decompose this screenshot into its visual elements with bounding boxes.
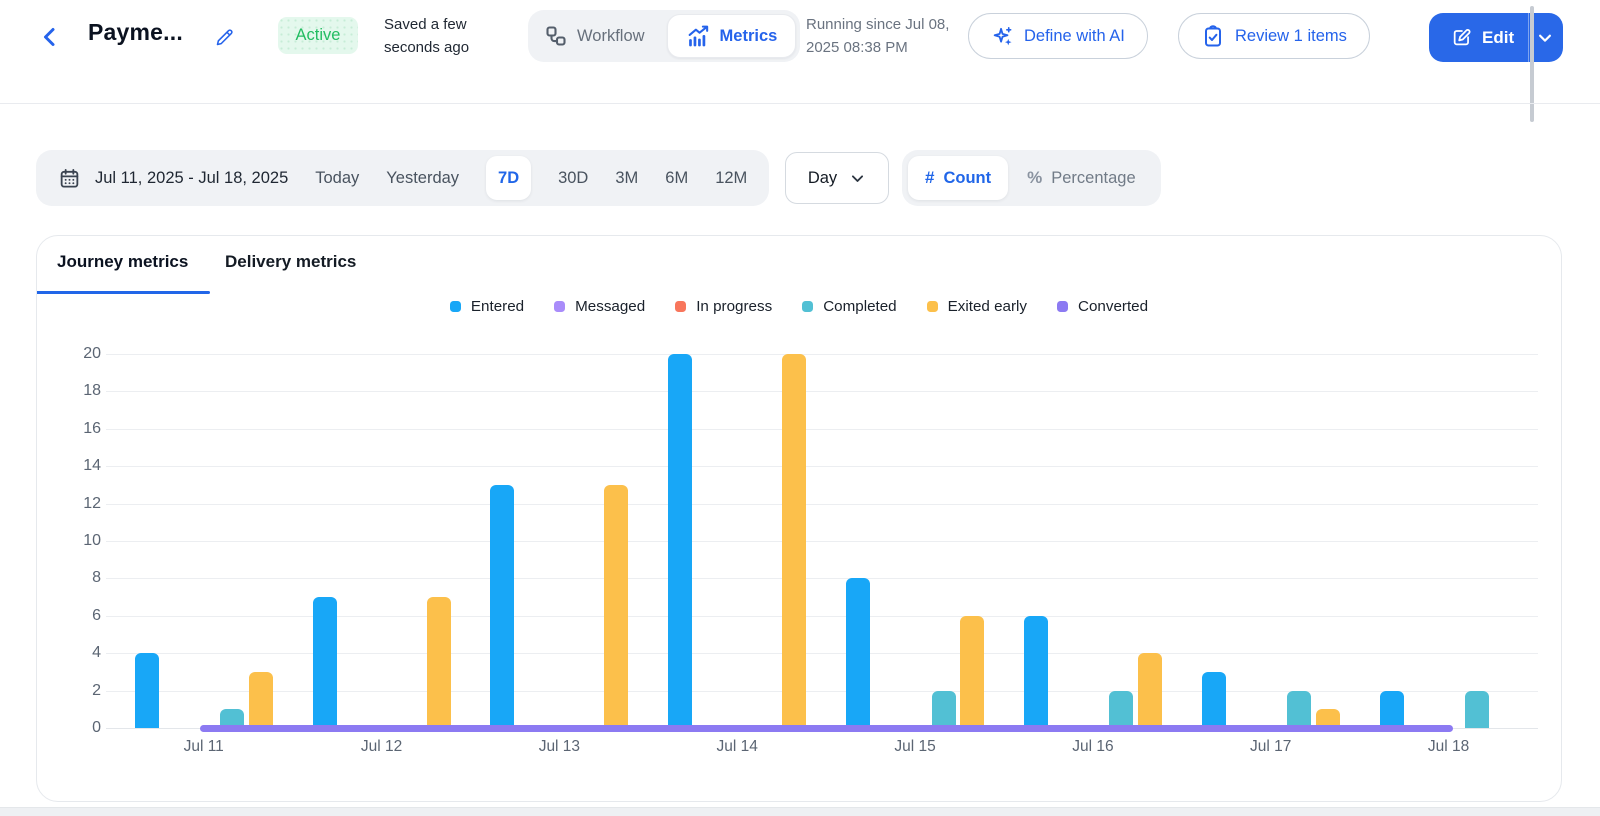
mode-percentage-label: Percentage <box>1051 168 1136 187</box>
y-axis-label-16: 16 <box>83 419 101 437</box>
x-axis-label-jul-12: Jul 12 <box>360 738 403 755</box>
gridline-y-10 <box>106 541 1538 542</box>
gridline-y-18 <box>106 391 1538 393</box>
preset-12m[interactable]: 12M <box>715 169 747 188</box>
preset-6m[interactable]: 6M <box>665 169 688 188</box>
y-axis-label-4: 4 <box>92 644 101 662</box>
edit-button-label: Edit <box>1482 27 1515 47</box>
y-axis-label-6: 6 <box>92 606 101 624</box>
gridline-y-16 <box>106 428 1538 430</box>
toggle-workflow[interactable]: Workflow <box>544 24 663 48</box>
page: Payme... Active Saved a few seconds ago … <box>0 0 1600 816</box>
gridline-y-14 <box>106 466 1538 468</box>
review-items-button[interactable]: Review 1 items <box>1178 13 1370 59</box>
bar-exited-early-jul-15[interactable] <box>960 615 985 728</box>
y-axis-label-12: 12 <box>83 494 101 512</box>
bar-completed-jul-16[interactable] <box>1109 690 1134 728</box>
header: Payme... Active Saved a few seconds ago … <box>0 0 1600 122</box>
percent-icon: % <box>1027 168 1043 187</box>
metrics-card: Journey metrics Delivery metrics Entered… <box>36 235 1562 802</box>
pencil-icon <box>214 27 235 48</box>
line-converted[interactable] <box>199 724 1453 732</box>
toggle-metrics-label: Metrics <box>719 26 778 45</box>
saved-status-text: Saved a few seconds ago <box>384 16 470 57</box>
x-axis-label-jul-17: Jul 17 <box>1250 738 1292 755</box>
back-button[interactable] <box>38 25 62 49</box>
y-axis-label-10: 10 <box>83 532 101 549</box>
bar-entered-jul-18[interactable] <box>1379 690 1404 728</box>
toggle-metrics[interactable]: Metrics <box>666 14 797 58</box>
granularity-label: Day <box>807 168 838 187</box>
preset-today[interactable]: Today <box>315 169 359 188</box>
mode-count-label: Count <box>943 168 992 187</box>
date-filter-bar: Jul 11, 2025 - Jul 18, 2025 Today Yester… <box>36 150 770 206</box>
x-axis-label-jul-15: Jul 15 <box>894 738 936 755</box>
preset-3m[interactable]: 3M <box>615 169 638 188</box>
gridline-y-20 <box>106 354 1538 355</box>
calendar-icon <box>58 167 81 190</box>
view-toggle: Workflow Metrics <box>528 10 801 62</box>
bottom-section-edge <box>0 807 1600 816</box>
status-badge: Active <box>278 17 358 54</box>
x-axis-label-jul-13: Jul 13 <box>538 738 581 755</box>
page-title: Payme... <box>88 19 183 45</box>
x-axis-label-jul-16: Jul 16 <box>1072 738 1114 755</box>
y-axis-label-2: 2 <box>92 681 101 699</box>
y-axis-label-18: 18 <box>83 382 101 400</box>
y-axis-label-14: 14 <box>83 457 101 475</box>
y-axis-label-20: 20 <box>83 345 101 362</box>
gridline-y-8 <box>106 578 1538 580</box>
date-range-picker[interactable]: Jul 11, 2025 - Jul 18, 2025 <box>58 167 288 190</box>
mode-count-button[interactable]: # Count <box>908 156 1009 200</box>
running-since-text: Running since Jul 08, 2025 08:38 PM <box>806 16 950 57</box>
bar-completed-jul-17[interactable] <box>1287 690 1312 728</box>
bar-entered-jul-13[interactable] <box>490 484 515 728</box>
chevron-down-icon <box>1536 29 1554 47</box>
sparkles-icon <box>991 25 1014 48</box>
bar-entered-jul-16[interactable] <box>1023 615 1048 728</box>
chart-plot: 0 2 4 6 8 10 12 14 16 18 20 Jul 11 Jul 12 Jul 13 Jul 1… <box>37 236 1563 803</box>
header-divider <box>0 103 1600 104</box>
chevron-down-icon <box>849 170 866 187</box>
bar-exited-early-jul-11[interactable] <box>248 671 273 728</box>
page-scrollbar[interactable] <box>1530 6 1534 122</box>
bar-exited-early-jul-16[interactable] <box>1137 653 1162 728</box>
workflow-icon <box>544 24 568 48</box>
bar-exited-early-jul-12[interactable] <box>426 597 451 728</box>
rename-button[interactable] <box>214 27 235 48</box>
bar-completed-jul-15[interactable] <box>931 690 956 728</box>
bar-entered-jul-17[interactable] <box>1201 671 1226 728</box>
toggle-workflow-label: Workflow <box>577 26 645 45</box>
preset-7d[interactable]: 7D <box>486 156 532 200</box>
clipboard-check-icon <box>1201 24 1225 48</box>
bar-entered-jul-12[interactable] <box>312 597 337 728</box>
gridline-y-12 <box>106 503 1538 505</box>
define-with-ai-label: Define with AI <box>1024 26 1125 45</box>
mode-percentage-button[interactable]: % Percentage <box>1008 168 1155 188</box>
edit-split-button[interactable]: Edit <box>1429 13 1563 62</box>
hash-icon: # <box>925 168 935 187</box>
preset-yesterday[interactable]: Yesterday <box>386 169 459 188</box>
count-percentage-toggle: # Count % Percentage <box>902 150 1161 206</box>
bar-entered-jul-14[interactable] <box>668 354 693 728</box>
x-axis-label-jul-14: Jul 14 <box>716 738 758 755</box>
x-axis-label-jul-18: Jul 18 <box>1427 738 1470 755</box>
granularity-dropdown[interactable]: Day <box>785 152 889 204</box>
x-axis-label-jul-11: Jul 11 <box>183 738 224 755</box>
edit-button[interactable]: Edit <box>1429 27 1528 48</box>
chevron-left-icon <box>38 25 62 49</box>
y-axis-label-8: 8 <box>92 569 101 587</box>
bar-exited-early-jul-14[interactable] <box>782 354 807 728</box>
bar-completed-jul-18[interactable] <box>1465 690 1490 728</box>
bar-exited-early-jul-13[interactable] <box>604 484 629 728</box>
define-with-ai-button[interactable]: Define with AI <box>968 13 1148 59</box>
edit-square-icon <box>1451 27 1472 48</box>
review-items-label: Review 1 items <box>1235 26 1347 45</box>
bar-entered-jul-15[interactable] <box>846 578 871 728</box>
date-range-label: Jul 11, 2025 - Jul 18, 2025 <box>95 168 289 187</box>
y-axis-label-0: 0 <box>92 719 101 736</box>
metrics-chart-icon <box>686 24 711 49</box>
bar-entered-jul-11[interactable] <box>134 653 159 728</box>
preset-30d[interactable]: 30D <box>558 169 588 188</box>
